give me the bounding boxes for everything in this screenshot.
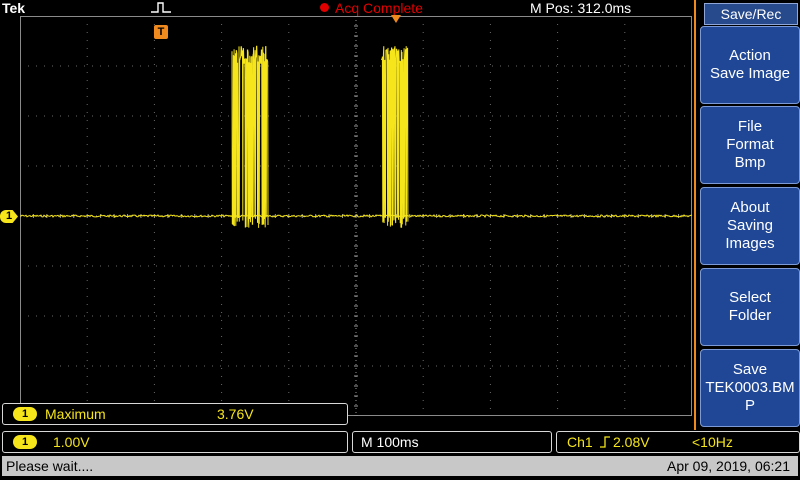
side-menu: Save/Rec Action Save Image File Format B… [694,0,800,430]
save-file-button[interactable]: Save TEK0003.BM P [700,349,800,427]
select-folder-button[interactable]: Select Folder [700,268,800,346]
acquisition-status: Acq Complete [335,0,423,16]
horizontal-scale-readout[interactable]: M 100ms [352,431,552,453]
about-saving-images-button[interactable]: About Saving Images [700,187,800,265]
vertical-scale-readout[interactable]: 1 1.00V [2,431,348,453]
measurement-name: Maximum [45,406,106,422]
measurement-readout[interactable]: 1 Maximum 3.76V [2,403,348,425]
vertical-scale-value: 1.00V [53,434,90,450]
status-datetime: Apr 09, 2019, 06:21 [667,458,790,474]
trigger-readout[interactable]: Ch1 2.08V <10Hz [556,431,800,453]
trigger-point-arrow-icon [391,15,401,23]
action-save-image-button[interactable]: Action Save Image [700,26,800,104]
rising-edge-icon [600,436,610,448]
trace-burst-1 [231,45,269,228]
acquisition-indicator-icon [320,3,329,12]
trigger-level: 2.08V [613,434,650,450]
status-message: Please wait.... [6,458,94,474]
waveform-display [20,16,692,416]
file-format-button[interactable]: File Format Bmp [700,106,800,184]
trigger-frequency: <10Hz [692,434,733,450]
horizontal-position: M Pos: 312.0ms [530,0,632,16]
channel-1-ground-marker[interactable]: 1 [0,210,18,223]
trigger-position-marker: T [154,25,168,39]
channel-badge: 1 [13,407,37,421]
single-pulse-icon [151,2,171,13]
status-bar: Please wait.... Apr 09, 2019, 06:21 [2,456,798,476]
trigger-source: Ch1 [567,434,593,450]
channel-badge: 1 [13,435,37,449]
measurement-value: 3.76V [217,406,254,422]
menu-title: Save/Rec [704,3,798,25]
horizontal-scale-value: M 100ms [361,434,419,450]
brand-logo: Tek [2,0,26,16]
